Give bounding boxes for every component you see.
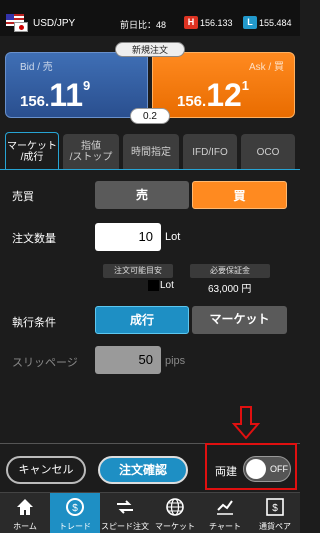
- nav-speed-order[interactable]: スピード注文: [100, 493, 150, 533]
- ask-panel[interactable]: Ask / 買 156.121: [152, 52, 295, 118]
- rate-header: USD/JPY 前日比：48 H 156.133 L 155.484: [0, 0, 300, 36]
- tab-label: OCO: [256, 146, 280, 158]
- sell-button[interactable]: 売: [95, 181, 189, 209]
- both-positions-label: 両建: [215, 466, 237, 478]
- jp-flag-icon: [14, 22, 28, 32]
- bid-label: Bid / 売: [20, 62, 53, 73]
- tab-label: IFD/IFO: [192, 146, 228, 158]
- nav-home[interactable]: ホーム: [0, 493, 50, 533]
- toggle-state: OFF: [270, 464, 288, 474]
- margin-label: 必要保証金: [190, 264, 270, 278]
- ask-rate: 156.121: [177, 77, 250, 113]
- speed-order-icon: [117, 500, 133, 514]
- nav-chart[interactable]: チャート: [200, 493, 250, 533]
- order-confirm-button[interactable]: 注文確認: [98, 456, 188, 484]
- qty-label: 注文数量: [12, 233, 56, 245]
- available-unit: Lot: [160, 280, 174, 291]
- exec-marketplace-button[interactable]: マーケット: [192, 306, 287, 334]
- toggle-knob: [246, 459, 266, 479]
- qty-unit: Lot: [165, 231, 181, 243]
- down-arrow-icon: [232, 406, 260, 440]
- bottom-nav: ホーム $ トレード スピード注文 マーケット チャート $ 通貨ペア: [0, 492, 300, 533]
- slippage-label: スリッページ: [12, 357, 78, 369]
- both-positions-toggle[interactable]: OFF: [243, 456, 291, 482]
- slippage-unit: pips: [165, 355, 186, 367]
- available-label: 注文可能目安: [103, 264, 173, 278]
- exec-market-button[interactable]: 成行: [95, 306, 189, 334]
- exec-label: 執行条件: [12, 317, 56, 329]
- buy-button[interactable]: 買: [192, 181, 287, 209]
- bid-rate: 156.119: [20, 77, 91, 113]
- currency-pair-icon: $: [266, 498, 284, 516]
- tab-divider: [0, 169, 300, 170]
- side-label: 売買: [12, 191, 34, 203]
- qty-input[interactable]: 10: [95, 223, 161, 251]
- tab-label: マーケット/成行: [7, 140, 57, 163]
- svg-text:$: $: [72, 503, 78, 514]
- high-badge: H: [184, 16, 198, 29]
- nav-trade[interactable]: $ トレード: [50, 493, 100, 533]
- ask-label: Ask / 買: [248, 62, 284, 73]
- low-value: 155.484: [259, 18, 292, 28]
- spread-value: 0.2: [130, 108, 170, 124]
- nav-market[interactable]: マーケット: [150, 493, 200, 533]
- tab-oco[interactable]: OCO: [241, 134, 295, 170]
- chart-icon: [217, 500, 233, 515]
- tab-time-specified[interactable]: 時間指定: [123, 134, 179, 170]
- cancel-button[interactable]: キャンセル: [6, 456, 86, 484]
- high-value: 156.133: [200, 18, 233, 28]
- nav-currency-pair[interactable]: $ 通貨ペア: [250, 493, 300, 533]
- new-order-label: 新規注文: [115, 42, 185, 57]
- svg-text:$: $: [272, 503, 278, 514]
- slippage-input[interactable]: 50: [95, 346, 161, 374]
- currency-pair: USD/JPY: [33, 18, 76, 29]
- available-value: [148, 280, 159, 291]
- tab-label: 時間指定: [131, 146, 171, 158]
- tab-limit-stop[interactable]: 指値/ストップ: [63, 134, 119, 170]
- tab-market[interactable]: マーケット/成行: [5, 132, 59, 170]
- low-badge: L: [243, 16, 257, 29]
- margin-value: 63,000 円: [208, 284, 252, 295]
- bid-panel[interactable]: Bid / 売 156.119: [5, 52, 148, 118]
- tab-ifd-ifo[interactable]: IFD/IFO: [183, 134, 237, 170]
- home-icon: [17, 499, 33, 515]
- tab-label: 指値/ストップ: [69, 141, 113, 163]
- trade-icon: $: [66, 498, 84, 516]
- globe-icon: [166, 498, 184, 516]
- day-change: 前日比：48: [120, 20, 167, 30]
